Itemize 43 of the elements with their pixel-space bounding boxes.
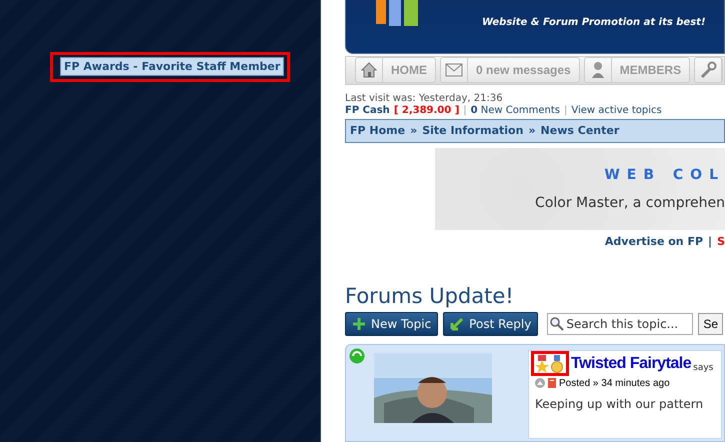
breadcrumb-separator: »	[410, 124, 418, 138]
house-icon	[360, 61, 378, 80]
wrench-icon	[699, 61, 718, 80]
new-comments-link[interactable]: 0 New Comments	[470, 105, 560, 116]
check-arrow-icon	[450, 316, 464, 331]
tagline: Website & Forum Promotion at its best!	[482, 17, 706, 28]
topic-title: Forums Update!	[345, 284, 515, 308]
document-icon[interactable]	[548, 378, 556, 388]
ad-banner[interactable]: WEB COL Color Master, a comprehen	[435, 148, 725, 230]
nav-button[interactable]	[694, 57, 724, 84]
advertise-link[interactable]: Advertise on FP	[604, 234, 704, 248]
envelope-icon	[445, 63, 463, 78]
post-body: Keeping up with our pattern	[535, 396, 704, 411]
breadcrumb-link[interactable]: News Center	[540, 124, 620, 138]
award-label: FP Awards - Favorite Staff Member	[60, 57, 284, 76]
medal-icon	[551, 354, 563, 373]
topic-button[interactable]: Post Reply	[443, 312, 538, 336]
search-icon	[550, 316, 564, 331]
plus-icon	[352, 316, 366, 331]
separator: |	[708, 234, 712, 248]
author-link[interactable]: Twisted Fairytale	[571, 354, 692, 373]
ad-title: WEB COL	[604, 166, 725, 183]
active-topics-link[interactable]: View active topics	[571, 105, 662, 116]
cash-amount: [ 2,389.00 ]	[394, 105, 460, 116]
ad-text: Color Master, a comprehen	[535, 194, 725, 211]
breadcrumb-link[interactable]: Site Information	[422, 124, 524, 138]
breadcrumb-separator: »	[528, 124, 536, 138]
topic-button[interactable]: New Topic	[345, 312, 438, 336]
arrow-up-icon[interactable]	[535, 378, 545, 388]
search-field[interactable]: Search this topic...	[547, 312, 694, 335]
cut-link[interactable]: S	[717, 234, 725, 248]
bar-chart-logo-icon	[376, 0, 418, 26]
breadcrumb-link[interactable]: FP Home	[350, 124, 406, 138]
highlight-frame	[531, 350, 569, 376]
separator: |	[463, 105, 467, 116]
last-visit-text: Last visit was: Yesterday, 21:36	[345, 93, 504, 104]
person-icon	[590, 61, 605, 80]
post-time: Posted » 34 minutes ago	[559, 378, 670, 389]
search-button[interactable]: Se	[698, 312, 724, 335]
star-medal-icon	[535, 354, 549, 373]
cash-label: FP Cash	[345, 105, 390, 116]
says-text: says	[693, 362, 714, 373]
separator: |	[564, 105, 568, 116]
